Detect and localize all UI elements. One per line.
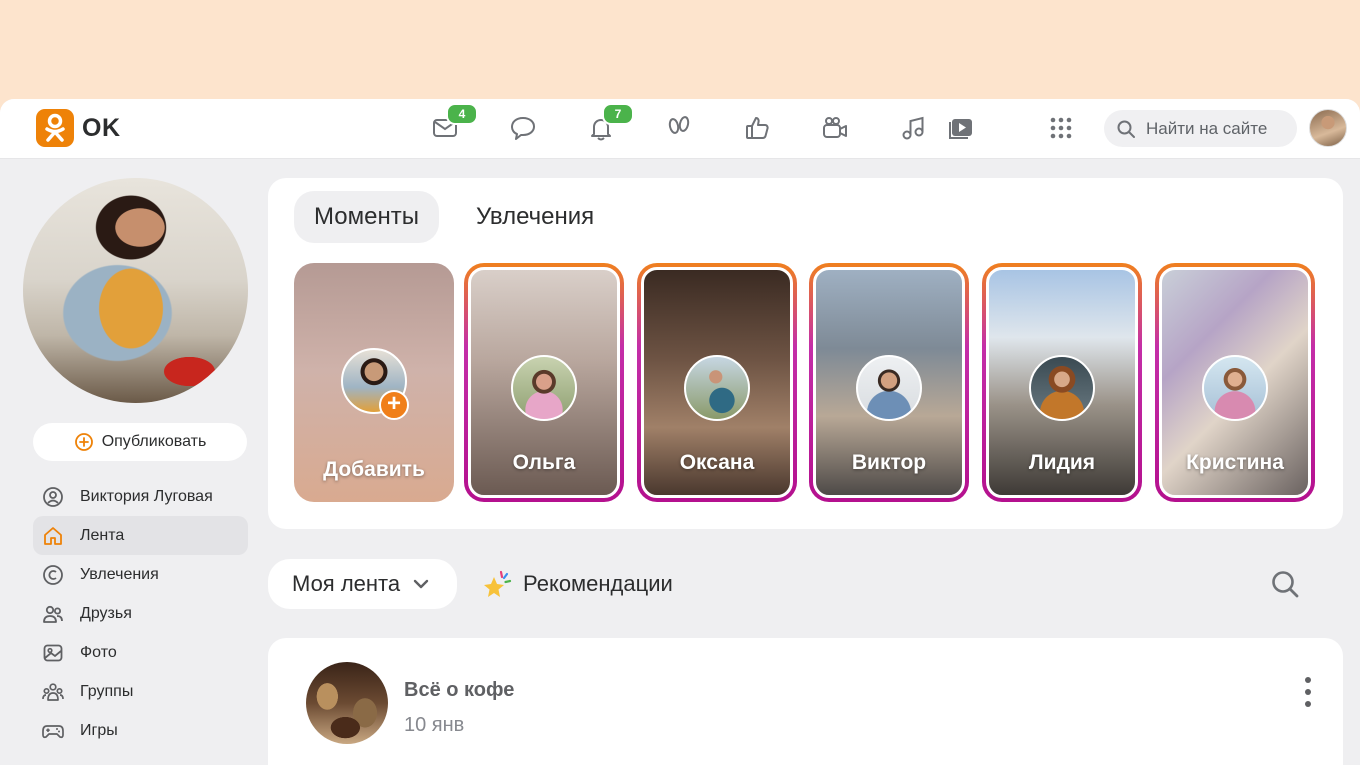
bell-icon[interactable]: 7 <box>584 103 634 145</box>
post-date: 10 янв <box>404 714 465 736</box>
story-background: Виктор <box>813 267 965 498</box>
story-name: Ольга <box>512 451 576 474</box>
story-name: Оксана <box>679 451 755 474</box>
story-avatar <box>684 355 750 421</box>
feed-search-icon[interactable] <box>1268 567 1302 601</box>
story-name: Кристина <box>1186 451 1284 474</box>
story-background: Кристина <box>1159 267 1311 498</box>
story-background: + Добавить <box>294 263 454 502</box>
menu-dot <box>1305 701 1311 707</box>
photo-icon <box>43 644 63 661</box>
story-avatar <box>511 355 577 421</box>
sidebar-item-label: Друзья <box>80 604 132 622</box>
story-name: Добавить <box>323 458 425 481</box>
moments-card: Моменты Увлечения + Добавить Ольга Оксан… <box>268 178 1343 529</box>
story-card-viktor[interactable]: Виктор <box>809 263 969 502</box>
site-search[interactable] <box>1104 110 1297 147</box>
video-showcase-icon[interactable] <box>944 111 978 145</box>
likes-icon[interactable] <box>740 111 774 145</box>
sidebar-item-label: Группы <box>80 682 134 700</box>
sidebar-item-label: Лента <box>80 526 125 544</box>
profile-photo[interactable] <box>23 178 248 403</box>
tab-hobbies[interactable]: Увлечения <box>456 191 614 243</box>
story-background: Оксана <box>641 267 793 498</box>
feed-select-dropdown[interactable]: Моя лента <box>268 559 457 609</box>
sidebar-item-games[interactable]: Игры <box>33 711 248 750</box>
story-card-lidiya[interactable]: Лидия <box>982 263 1142 502</box>
ok-logo-icon <box>36 109 74 147</box>
story-card-kristina[interactable]: Кристина <box>1155 263 1315 502</box>
notifications-badge: 7 <box>602 103 634 125</box>
story-card-olga[interactable]: Ольга <box>464 263 624 502</box>
chevron-down-icon <box>413 579 429 589</box>
search-input[interactable] <box>1146 118 1286 139</box>
user-avatar[interactable] <box>1309 109 1347 147</box>
sparkle-star-icon <box>484 570 512 597</box>
tab-moments[interactable]: Моменты <box>294 191 439 243</box>
story-avatar <box>1029 355 1095 421</box>
ok-logo[interactable]: OK <box>36 109 121 147</box>
hobbies-icon <box>43 564 63 585</box>
recommendations-label: Рекомендации <box>523 571 673 596</box>
messages-badge: 4 <box>446 103 478 125</box>
plus-circle-icon <box>74 433 93 451</box>
sidebar-item-groups[interactable]: Группы <box>33 672 248 711</box>
add-story-card[interactable]: + Добавить <box>294 263 454 502</box>
sidebar-menu: Виктория Луговая Лента Увлечения Друзья … <box>33 477 248 750</box>
more-options-icon[interactable] <box>1296 674 1320 710</box>
app-window: OK 4 7 Найти на сайте Опубликовать Викто… <box>0 99 1360 765</box>
story-background: Лидия <box>986 267 1138 498</box>
story-card-oksana[interactable]: Оксана <box>637 263 797 502</box>
story-avatar <box>1202 355 1268 421</box>
top-header: OK 4 7 <box>0 99 1360 159</box>
sidebar-item-hobbies[interactable]: Увлечения <box>33 555 248 594</box>
menu-dot <box>1305 677 1311 683</box>
sidebar-item-photo[interactable]: Фото <box>33 633 248 672</box>
recommendations-tab[interactable]: Рекомендации <box>481 567 673 601</box>
discussions-icon[interactable] <box>506 111 540 145</box>
sidebar-item-label: Виктория Луговая <box>80 487 213 505</box>
publish-button[interactable]: Опубликовать <box>33 423 247 461</box>
menu-dot <box>1305 689 1311 695</box>
sidebar-item-label: Фото <box>80 643 117 661</box>
profile-icon <box>43 486 63 507</box>
video-icon[interactable] <box>818 111 852 145</box>
post-card: Всё о кофе 10 янв <box>268 638 1343 765</box>
plus-icon: + <box>379 390 409 420</box>
home-icon <box>44 526 62 545</box>
games-icon <box>42 724 64 738</box>
post-author-avatar[interactable] <box>306 662 388 744</box>
sidebar-item-label: Игры <box>80 721 118 739</box>
story-avatar <box>856 355 922 421</box>
sidebar-item-feed[interactable]: Лента <box>33 516 248 555</box>
feed-select-label: Моя лента <box>292 571 401 596</box>
guests-icon[interactable] <box>662 111 696 145</box>
sidebar-item-profile[interactable]: Виктория Луговая <box>33 477 248 516</box>
story-name: Лидия <box>1028 451 1096 474</box>
post-author-name[interactable]: Всё о кофе <box>404 679 514 702</box>
mail-icon[interactable]: 4 <box>428 103 478 145</box>
apps-grid-icon[interactable] <box>1044 111 1078 145</box>
story-background: Ольга <box>468 267 620 498</box>
sidebar-item-label: Увлечения <box>80 565 159 583</box>
story-name: Виктор <box>851 451 927 474</box>
groups-icon <box>42 682 64 701</box>
publish-label: Опубликовать <box>101 433 207 450</box>
sidebar-item-friends[interactable]: Друзья <box>33 594 248 633</box>
search-icon <box>1117 120 1135 138</box>
friends-icon <box>43 605 63 623</box>
logo-text: OK <box>82 113 121 142</box>
music-icon[interactable] <box>896 111 930 145</box>
